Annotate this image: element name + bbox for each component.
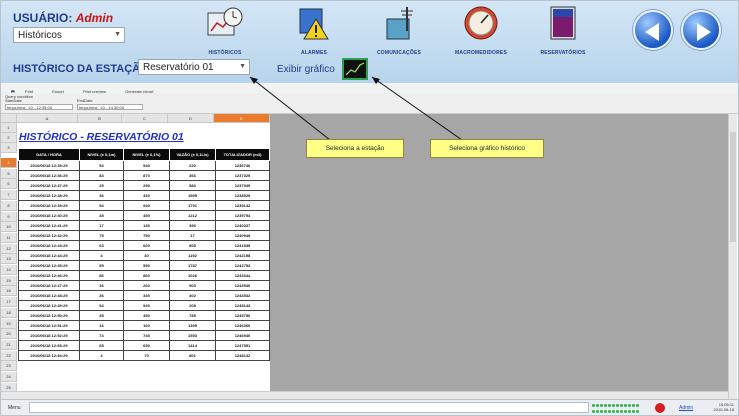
message-field [29,402,589,413]
stop-icon[interactable] [655,403,665,413]
callout-graph: Seleciona gráfico histórico [430,139,544,158]
menu-button[interactable]: Menu [8,405,21,411]
clock-date: 2010-06-18 [713,407,734,412]
status-bar: Menu Admin 15:05:11 2010-06-18 [1,399,738,415]
clock: 15:05:11 2010-06-18 [708,402,734,412]
user-link[interactable]: Admin [679,405,693,411]
status-indicators [591,403,649,413]
callout-arrows [249,76,463,141]
callout-station: Seleciona a estação [306,139,404,158]
